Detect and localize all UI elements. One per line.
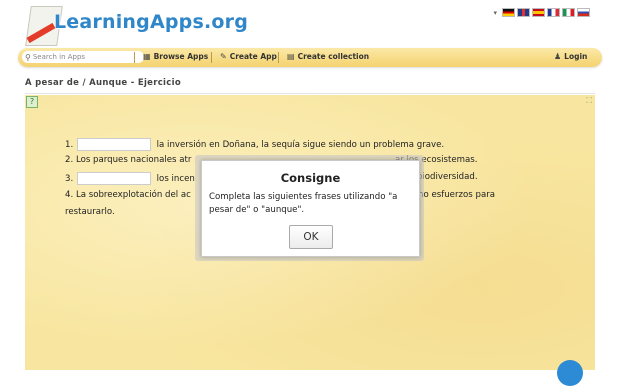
sentence-3: 3. los incen er la biodiversidad. bbox=[65, 172, 478, 185]
fullscreen-icon[interactable]: ⛶ bbox=[586, 96, 592, 106]
user-icon: ♟ bbox=[554, 52, 562, 61]
flag-german-icon[interactable] bbox=[502, 8, 515, 17]
answer-blank-3[interactable] bbox=[76, 172, 151, 185]
flag-french-icon[interactable] bbox=[547, 8, 560, 17]
divider bbox=[25, 93, 595, 94]
nav-divider bbox=[211, 52, 212, 63]
sentence-number: 1. bbox=[65, 140, 74, 150]
collection-icon: ▤ bbox=[287, 52, 295, 61]
ok-button[interactable]: OK bbox=[289, 225, 333, 249]
sentence-text: Los parques nacionales atr bbox=[75, 155, 192, 165]
sentence-2: 2. Los parques nacionales atr ar los eco… bbox=[65, 155, 478, 165]
help-icon[interactable]: ? bbox=[26, 96, 38, 108]
dialog-message: Completa las siguientes frases utilizand… bbox=[209, 192, 398, 215]
login-label: Login bbox=[564, 52, 588, 61]
flag-italian-icon[interactable] bbox=[562, 8, 575, 17]
create-app-link[interactable]: ✎ Create App bbox=[220, 52, 277, 61]
pencil-icon: ✎ bbox=[220, 52, 227, 61]
sentence-number: 4. bbox=[65, 190, 74, 200]
browse-apps-label: Browse Apps bbox=[153, 52, 209, 61]
page-title: A pesar de / Aunque - Ejercicio bbox=[25, 78, 181, 88]
site-logo[interactable]: LearningApps.org bbox=[24, 2, 248, 48]
search-input[interactable] bbox=[30, 53, 135, 61]
nav-divider bbox=[134, 52, 135, 63]
create-collection-label: Create collection bbox=[297, 52, 370, 61]
search-box: ⚲ bbox=[22, 51, 144, 63]
create-app-label: Create App bbox=[229, 52, 277, 61]
sentence-4-continuation: restaurarlo. bbox=[65, 207, 115, 217]
language-dropdown-icon[interactable]: ▾ bbox=[493, 9, 497, 17]
flag-english-icon[interactable] bbox=[517, 8, 530, 17]
logo-text: LearningApps.org bbox=[54, 11, 249, 33]
dialog-title: Consigne bbox=[280, 171, 341, 185]
instructions-dialog: Consigne Completa las siguientes frases … bbox=[201, 160, 420, 257]
sentence-1: 1. la inversión en Doñana, la sequía sig… bbox=[65, 138, 444, 151]
sentence-number: 2. bbox=[65, 155, 74, 165]
language-selector: ▾ bbox=[493, 8, 590, 17]
floating-action-button[interactable] bbox=[557, 360, 583, 386]
grid-icon: ▦ bbox=[143, 52, 151, 61]
sentence-text: la inversión en Doñana, la sequía sigue … bbox=[156, 140, 445, 150]
sentence-text: La sobreexplotación del ac bbox=[75, 190, 191, 200]
sentence-number: 3. bbox=[65, 174, 74, 184]
sentence-text: los incen bbox=[156, 174, 195, 184]
flag-spanish-icon[interactable] bbox=[532, 8, 545, 17]
create-collection-link[interactable]: ▤ Create collection bbox=[287, 52, 369, 61]
sentence-4: 4. La sobreexplotación del ac echo esfue… bbox=[65, 190, 495, 200]
nav-divider bbox=[278, 52, 279, 63]
flag-russian-icon[interactable] bbox=[577, 8, 590, 17]
login-link[interactable]: ♟ Login bbox=[554, 52, 587, 61]
answer-blank-1[interactable] bbox=[76, 138, 151, 151]
main-navbar: ⚲ ▦ Browse Apps ✎ Create App ▤ Create co… bbox=[18, 48, 602, 67]
browse-apps-link[interactable]: ▦ Browse Apps bbox=[143, 52, 208, 61]
